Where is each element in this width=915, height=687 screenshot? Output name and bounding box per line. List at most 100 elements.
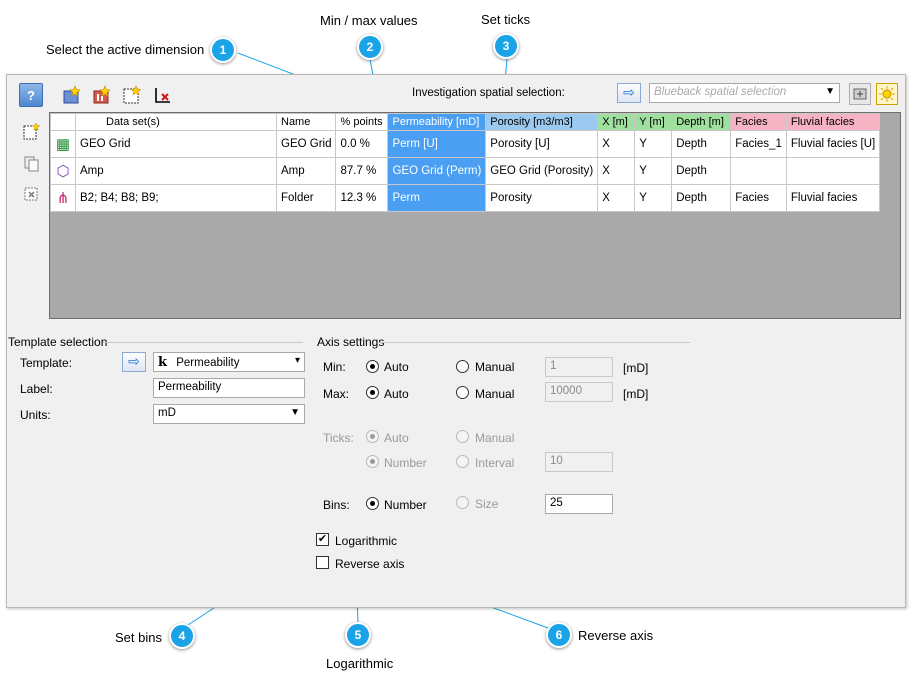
cell-name[interactable]: GEO Grid — [275, 130, 337, 158]
units-dropdown[interactable]: mD ▼ — [153, 404, 305, 424]
bins-value-input[interactable]: 25 — [545, 494, 613, 514]
copy-icon[interactable] — [21, 153, 43, 175]
cell-dataset[interactable]: B2; B4; B8; B9; — [75, 184, 277, 212]
ticks-manual-radio[interactable] — [456, 430, 469, 443]
add-dataset-icon[interactable] — [61, 84, 83, 106]
grid-corner — [50, 113, 76, 131]
reverse-axis-checkbox[interactable] — [316, 556, 329, 569]
axis-group-title: Axis settings — [317, 335, 385, 349]
max-value-input[interactable]: 10000 — [545, 382, 613, 402]
callout-1-badge: 1 — [210, 37, 236, 63]
callout-3-badge: 3 — [493, 33, 519, 59]
add-dimension-icon[interactable] — [121, 84, 143, 106]
delete-row-icon[interactable] — [21, 183, 43, 205]
cell-fluvial-facies[interactable]: Fluvial facies — [785, 184, 881, 212]
cell-dataset[interactable]: Amp — [75, 157, 277, 185]
min-manual-radio[interactable] — [456, 360, 469, 373]
axis-group-divider — [380, 342, 690, 343]
reverse-axis-label: Reverse axis — [335, 557, 405, 571]
help-icon[interactable]: ? — [19, 83, 43, 107]
callout-5-badge: 5 — [345, 622, 371, 648]
ticks-interval-input[interactable]: 10 — [545, 452, 613, 472]
spatial-selection-dropdown[interactable]: Blueback spatial selection ▼ — [649, 83, 840, 103]
cell-permeability[interactable]: GEO Grid (Perm) — [387, 157, 487, 185]
min-auto-label: Auto — [384, 360, 409, 374]
cell-porosity[interactable]: GEO Grid (Porosity) — [485, 157, 599, 185]
wells-folder-icon: ⋔ — [50, 184, 76, 212]
cell-x[interactable]: X — [597, 157, 636, 185]
table-row[interactable]: ⬡ Amp Amp 87.7 % GEO Grid (Perm) GEO Gri… — [50, 157, 881, 185]
seismic-cube-icon: ⬡ — [50, 157, 76, 185]
cell-name[interactable]: Amp — [275, 157, 337, 185]
cell-depth[interactable]: Depth — [671, 130, 732, 158]
cell-depth[interactable]: Depth — [671, 157, 732, 185]
dataset-grid: Data set(s) Name % points Permeability [… — [49, 112, 901, 319]
col-header-facies[interactable]: Facies — [730, 113, 787, 131]
max-auto-radio[interactable] — [366, 386, 379, 399]
label-input[interactable]: Permeability — [153, 378, 305, 398]
cell-depth[interactable]: Depth — [671, 184, 732, 212]
col-header-permeability[interactable]: Permeability [mD] — [387, 113, 487, 131]
template-dropdown[interactable]: k Permeability ▾ — [153, 352, 305, 372]
new-row-icon[interactable] — [21, 120, 43, 142]
cell-porosity[interactable]: Porosity — [485, 184, 599, 212]
table-row[interactable]: ▦ GEO Grid GEO Grid 0.0 % Perm [U] Poros… — [50, 130, 881, 158]
cell-permeability[interactable]: Perm [U] — [387, 130, 487, 158]
cell-permeability[interactable]: Perm — [387, 184, 487, 212]
cell-y[interactable]: Y — [634, 157, 673, 185]
investigation-arrow-button[interactable]: ⇨ — [617, 83, 641, 103]
col-header-datasets[interactable]: Data set(s) — [75, 113, 277, 131]
investigation-label: Investigation spatial selection: — [412, 87, 565, 99]
chevron-down-icon: ▼ — [825, 86, 835, 97]
bins-size-radio[interactable] — [456, 496, 469, 509]
min-auto-radio[interactable] — [366, 360, 379, 373]
logarithmic-checkbox[interactable]: ✔ — [316, 533, 329, 546]
callout-2-label: Min / max values — [320, 13, 418, 28]
ticks-auto-radio[interactable] — [366, 430, 379, 443]
dataset-table: Data set(s) Name % points Permeability [… — [50, 113, 881, 212]
bins-number-radio[interactable] — [366, 497, 379, 510]
ticks-number-radio[interactable] — [366, 455, 379, 468]
cell-porosity[interactable]: Porosity [U] — [485, 130, 599, 158]
col-header-fluvial-facies[interactable]: Fluvial facies — [785, 113, 881, 131]
col-header-porosity[interactable]: Porosity [m3/m3] — [485, 113, 599, 131]
min-value-input[interactable]: 1 — [545, 357, 613, 377]
settings-icon[interactable] — [849, 83, 871, 105]
col-header-depth[interactable]: Depth [m] — [671, 113, 732, 131]
cell-fluvial-facies[interactable]: Fluvial facies [U] — [785, 130, 881, 158]
template-label: Template: — [20, 356, 73, 370]
template-arrow-button[interactable]: ⇨ — [122, 352, 146, 372]
col-header-x[interactable]: X [m] — [597, 113, 636, 131]
refresh-icon[interactable] — [876, 83, 898, 105]
cell-points: 12.3 % — [335, 184, 389, 212]
table-row[interactable]: ⋔ B2; B4; B8; B9; Folder 12.3 % Perm Por… — [50, 184, 881, 212]
col-header-points[interactable]: % points — [335, 113, 389, 131]
grid-icon: ▦ — [50, 130, 76, 158]
delete-dimension-icon[interactable] — [152, 84, 174, 106]
grid-header-row: Data set(s) Name % points Permeability [… — [50, 113, 881, 131]
cell-facies[interactable]: Facies_1 — [730, 130, 787, 158]
max-manual-label: Manual — [475, 387, 515, 401]
cell-y[interactable]: Y — [634, 184, 673, 212]
add-folder-dataset-icon[interactable] — [91, 84, 113, 106]
cell-dataset[interactable]: GEO Grid — [75, 130, 277, 158]
cell-name[interactable]: Folder — [275, 184, 337, 212]
callout-4-badge: 4 — [169, 623, 195, 649]
template-group-divider — [103, 342, 303, 343]
cell-fluvial-facies[interactable] — [785, 157, 881, 185]
min-unit: [mD] — [623, 361, 649, 375]
max-manual-radio[interactable] — [456, 386, 469, 399]
cell-x[interactable]: X — [597, 184, 636, 212]
cell-y[interactable]: Y — [634, 130, 673, 158]
cell-facies[interactable] — [730, 157, 787, 185]
ticks-number-label: Number — [384, 456, 427, 470]
chevron-down-icon: ▾ — [294, 355, 300, 366]
template-group-title: Template selection — [8, 335, 108, 349]
callout-1-label: Select the active dimension — [46, 42, 205, 57]
cell-facies[interactable]: Facies — [730, 184, 787, 212]
ticks-interval-radio[interactable] — [456, 455, 469, 468]
col-header-name[interactable]: Name — [275, 113, 337, 131]
col-header-y[interactable]: Y [m] — [634, 113, 673, 131]
max-auto-label: Auto — [384, 387, 409, 401]
cell-x[interactable]: X — [597, 130, 636, 158]
